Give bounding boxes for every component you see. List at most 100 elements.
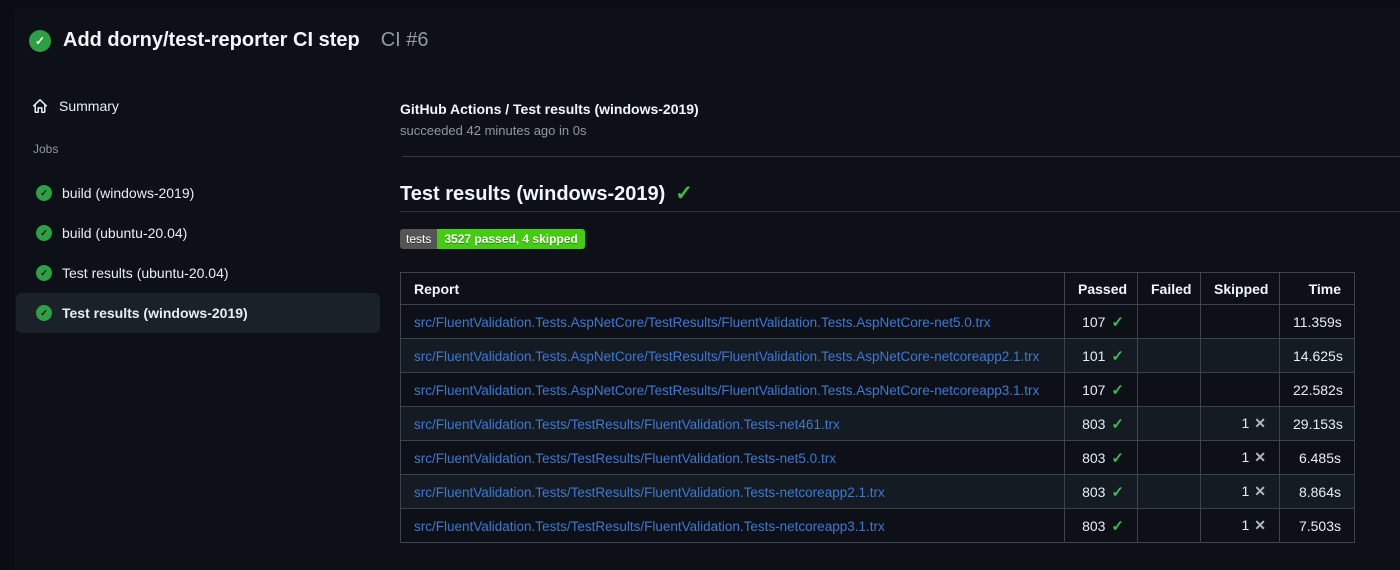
failed-cell — [1137, 304, 1201, 339]
time-cell: 14.625s — [1279, 338, 1355, 373]
report-link[interactable]: src/FluentValidation.Tests.AspNetCore/Te… — [414, 349, 1039, 364]
passed-cell: 803 ✓ — [1064, 440, 1138, 475]
failed-cell — [1137, 440, 1201, 475]
run-number: CI #6 — [380, 29, 429, 51]
report-cell: src/FluentValidation.Tests.AspNetCore/Te… — [400, 372, 1065, 407]
report-cell: src/FluentValidation.Tests.AspNetCore/Te… — [400, 304, 1065, 339]
passed-value: 101 — [1082, 347, 1106, 364]
sidebar: Summary Jobs ✓ build (windows-2019) ✓ bu… — [16, 88, 380, 333]
check-circle-icon: ✓ — [36, 185, 52, 201]
check-icon: ✓ — [1111, 347, 1124, 365]
passed-cell: 803 ✓ — [1064, 508, 1138, 543]
passed-cell: 107 ✓ — [1064, 372, 1138, 407]
passed-value: 107 — [1082, 381, 1106, 398]
table-row: src/FluentValidation.Tests/TestResults/F… — [400, 406, 1355, 441]
time-cell: 6.485s — [1279, 440, 1355, 475]
sidebar-item-job[interactable]: ✓ build (windows-2019) — [16, 173, 380, 213]
sidebar-item-job[interactable]: ✓ Test results (ubuntu-20.04) — [16, 253, 380, 293]
report-link[interactable]: src/FluentValidation.Tests.AspNetCore/Te… — [414, 315, 991, 330]
passed-value: 107 — [1082, 313, 1106, 330]
page-edge-top — [0, 0, 1400, 9]
sidebar-item-job[interactable]: ✓ Test results (windows-2019) — [16, 293, 380, 333]
time-cell: 29.153s — [1279, 406, 1355, 441]
run-title: Add dorny/test-reporter CI step — [63, 29, 360, 51]
passed-value: 803 — [1082, 483, 1106, 500]
table-row: src/FluentValidation.Tests/TestResults/F… — [400, 474, 1355, 509]
x-icon: ✕ — [1254, 415, 1266, 431]
passed-cell: 803 ✓ — [1064, 474, 1138, 509]
time-cell: 8.864s — [1279, 474, 1355, 509]
report-cell: src/FluentValidation.Tests/TestResults/F… — [400, 474, 1065, 509]
page-edge-left — [0, 0, 14, 570]
report-link[interactable]: src/FluentValidation.Tests.AspNetCore/Te… — [414, 383, 1039, 398]
header-divider — [402, 156, 1400, 157]
passed-value: 803 — [1082, 415, 1106, 432]
column-header-failed: Failed — [1137, 272, 1201, 305]
column-header-time: Time — [1279, 272, 1355, 305]
x-icon: ✕ — [1254, 449, 1266, 465]
report-cell: src/FluentValidation.Tests/TestResults/F… — [400, 440, 1065, 475]
badge-label: tests — [400, 229, 438, 249]
check-icon: ✓ — [1111, 517, 1124, 535]
sidebar-item-summary[interactable]: Summary — [16, 88, 380, 124]
check-circle-icon: ✓ — [36, 265, 52, 281]
check-icon: ✓ — [1111, 449, 1124, 467]
page-title: Test results (windows-2019) ✓ — [400, 181, 693, 207]
x-icon: ✕ — [1254, 517, 1266, 533]
passed-cell: 101 ✓ — [1064, 338, 1138, 373]
report-link[interactable]: src/FluentValidation.Tests/TestResults/F… — [414, 451, 836, 466]
skipped-cell: 1 ✕ — [1200, 508, 1280, 543]
sidebar-item-job[interactable]: ✓ build (ubuntu-20.04) — [16, 213, 380, 253]
heading-divider — [400, 211, 1400, 212]
check-icon: ✓ — [1111, 381, 1124, 399]
home-icon — [32, 98, 48, 114]
report-link[interactable]: src/FluentValidation.Tests/TestResults/F… — [414, 485, 885, 500]
job-header-title: GitHub Actions / Test results (windows-2… — [400, 101, 699, 117]
skipped-value: 1 — [1241, 483, 1250, 499]
failed-cell — [1137, 406, 1201, 441]
check-circle-icon: ✓ — [36, 225, 52, 241]
passed-value: 803 — [1082, 517, 1106, 534]
table-row: src/FluentValidation.Tests.AspNetCore/Te… — [400, 372, 1355, 407]
column-header-report: Report — [400, 272, 1065, 305]
skipped-cell: 1 ✕ — [1200, 440, 1280, 475]
results-table: Report Passed Failed Skipped Time src/Fl… — [400, 272, 1355, 543]
time-cell: 7.503s — [1279, 508, 1355, 543]
passed-value: 803 — [1082, 449, 1106, 466]
job-label: build (windows-2019) — [62, 185, 195, 201]
table-row: src/FluentValidation.Tests/TestResults/F… — [400, 508, 1355, 543]
skipped-value: 1 — [1241, 517, 1250, 533]
skipped-cell: 1 ✕ — [1200, 474, 1280, 509]
time-cell: 11.359s — [1279, 304, 1355, 339]
passed-cell: 803 ✓ — [1064, 406, 1138, 441]
check-icon: ✓ — [1111, 313, 1124, 331]
check-icon: ✓ — [1111, 415, 1124, 433]
report-cell: src/FluentValidation.Tests.AspNetCore/Te… — [400, 338, 1065, 373]
table-header-row: Report Passed Failed Skipped Time — [400, 272, 1355, 305]
skipped-value: 1 — [1241, 415, 1250, 431]
run-header: ✓ Add dorny/test-reporter CI step CI #6 — [29, 29, 429, 52]
skipped-cell — [1200, 338, 1280, 373]
run-success-icon: ✓ — [29, 29, 51, 52]
jobs-list: ✓ build (windows-2019) ✓ build (ubuntu-2… — [16, 173, 380, 333]
tests-badge: tests 3527 passed, 4 skipped — [400, 229, 585, 249]
column-header-passed: Passed — [1064, 272, 1138, 305]
check-icon: ✓ — [1111, 483, 1124, 501]
table-row: src/FluentValidation.Tests.AspNetCore/Te… — [400, 338, 1355, 373]
passed-cell: 107 ✓ — [1064, 304, 1138, 339]
failed-cell — [1137, 474, 1201, 509]
failed-cell — [1137, 508, 1201, 543]
job-label: build (ubuntu-20.04) — [62, 225, 188, 241]
heading-check-icon: ✓ — [675, 182, 693, 205]
report-link[interactable]: src/FluentValidation.Tests/TestResults/F… — [414, 417, 840, 432]
skipped-cell — [1200, 304, 1280, 339]
job-header-status: succeeded 42 minutes ago in 0s — [400, 123, 587, 138]
report-link[interactable]: src/FluentValidation.Tests/TestResults/F… — [414, 519, 885, 534]
skipped-value: 1 — [1241, 449, 1250, 465]
column-header-skipped: Skipped — [1200, 272, 1280, 305]
job-label: Test results (windows-2019) — [62, 305, 248, 321]
page-title-text: Test results (windows-2019) — [400, 183, 666, 205]
check-circle-icon: ✓ — [36, 305, 52, 321]
x-icon: ✕ — [1254, 483, 1266, 499]
badge-value: 3527 passed, 4 skipped — [437, 229, 585, 249]
